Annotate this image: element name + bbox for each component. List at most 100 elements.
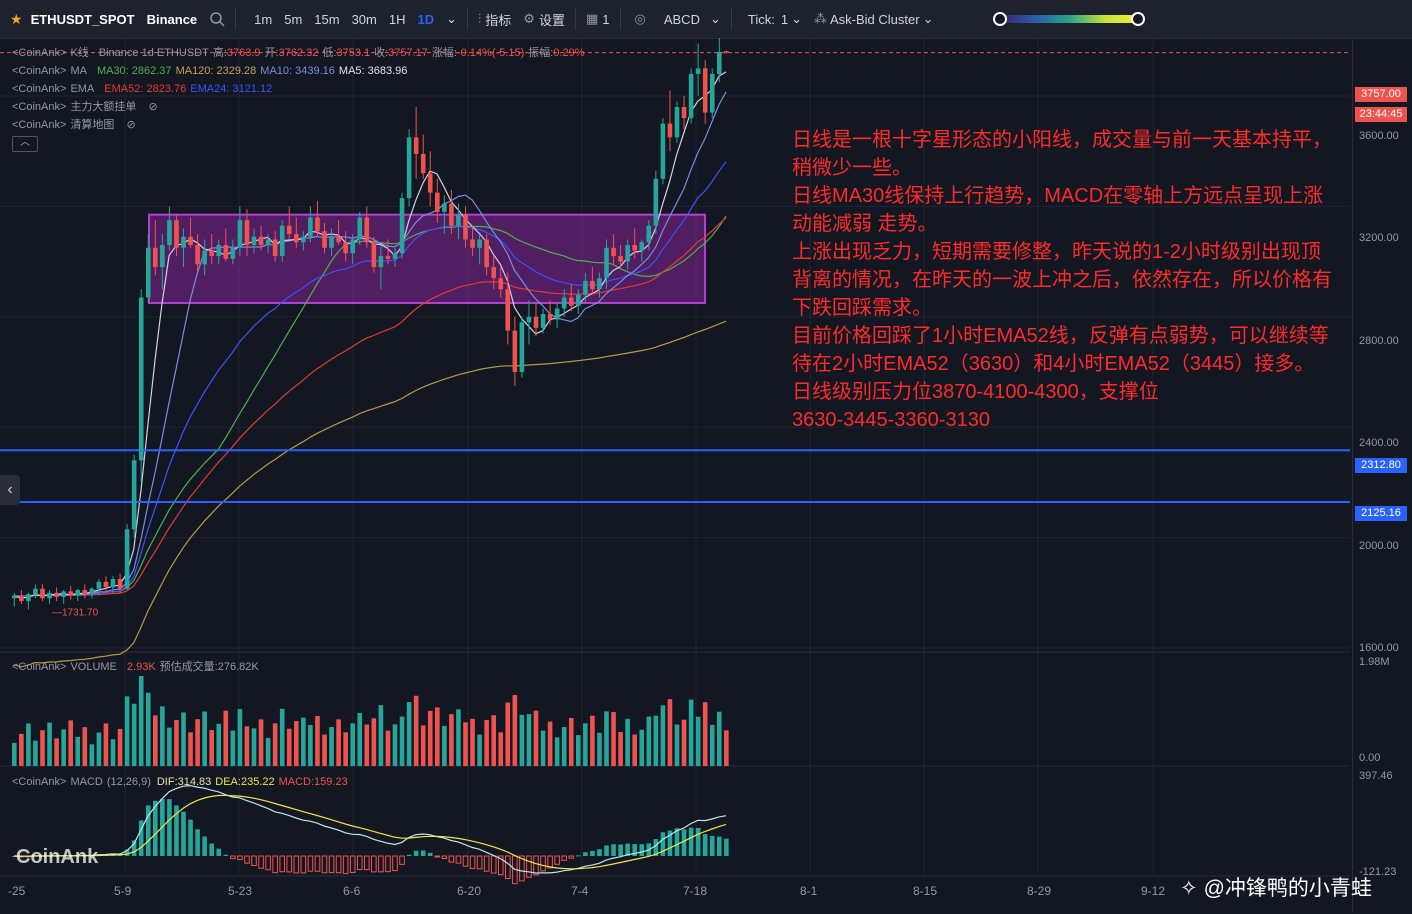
chevron-down-icon: ⌄ xyxy=(791,11,802,26)
macd-histogram-bar xyxy=(469,855,476,870)
macd-histogram-bar xyxy=(413,850,419,856)
macd-histogram-bar xyxy=(611,844,616,856)
volume-bar xyxy=(364,724,370,766)
volume-bar xyxy=(26,723,31,766)
macd-histogram-bar xyxy=(568,855,575,859)
volume-bar xyxy=(82,727,88,766)
search-icon[interactable] xyxy=(203,0,231,38)
candle-body xyxy=(540,314,546,328)
interval-1h[interactable]: 1H xyxy=(383,0,412,38)
candle-body xyxy=(244,220,250,246)
annotation-line: 3630-3445-3360-3130 xyxy=(792,409,990,431)
candle-body xyxy=(371,242,377,268)
volume-bar xyxy=(124,696,130,766)
drawing-tool-select[interactable]: ABCD ⌄ xyxy=(658,0,727,38)
chevron-up-icon: ︿ xyxy=(20,137,30,148)
legend-high: 3763.9 xyxy=(226,47,261,59)
divider xyxy=(730,8,732,30)
volume-max-tick: 1.98M xyxy=(1359,656,1390,668)
macd-histogram-bar xyxy=(476,855,483,870)
macd-histogram-bar xyxy=(385,855,391,873)
price-axis[interactable]: 3600.00 3200.00 2800.00 2400.00 2000.00 … xyxy=(1352,40,1412,912)
price-tick: 2800.00 xyxy=(1359,335,1399,347)
candle-body xyxy=(512,330,518,372)
candle-body xyxy=(68,591,73,596)
tick-value: 1 xyxy=(780,11,789,27)
slider-handle-right[interactable] xyxy=(1131,12,1146,26)
layout-button[interactable]: ▦ 1 xyxy=(580,0,616,38)
legend-chg-label: 涨幅: xyxy=(431,47,457,59)
annotation-line: 日线级别压力位3870-4100-4300，支撑位 xyxy=(792,381,1159,403)
volume-bar xyxy=(294,721,299,766)
macd-dea-line xyxy=(13,794,727,870)
volume-bar xyxy=(47,722,52,766)
volume-bar xyxy=(653,715,659,766)
volume-bar xyxy=(378,705,384,766)
volume-bar xyxy=(279,708,285,766)
candle-body xyxy=(343,242,348,254)
legend-liq-map: <CoinAnk> 清算地图 ⊘ xyxy=(12,116,140,134)
divider xyxy=(235,8,237,30)
volume-bar xyxy=(484,720,489,766)
volume-bar xyxy=(646,716,652,766)
candle-body xyxy=(131,460,137,530)
indicators-label: 指标 xyxy=(485,12,512,28)
legend-low: 3753.1 xyxy=(336,47,371,59)
candle-body xyxy=(308,217,313,237)
chevron-down-icon: ⌄ xyxy=(709,11,721,26)
interval-1d[interactable]: 1D xyxy=(412,0,441,38)
legend-amp: 0.29% xyxy=(553,47,585,59)
volume-bar xyxy=(590,715,595,766)
price-tick: 3200.00 xyxy=(1359,232,1399,244)
candle-body xyxy=(442,203,447,212)
macd-histogram-bar xyxy=(300,855,307,874)
date-tick: 9-12 xyxy=(1141,884,1166,898)
candle-body xyxy=(258,236,264,246)
candle-body xyxy=(82,590,88,595)
slider-handle-left[interactable] xyxy=(993,12,1008,26)
candle-body xyxy=(568,297,574,306)
cluster-icon: ⁂ xyxy=(813,11,827,26)
symbol-name[interactable]: ETHUSDT_SPOT xyxy=(29,0,141,38)
candle-body xyxy=(583,280,588,295)
candle-body xyxy=(576,294,581,306)
volume-bar xyxy=(688,699,694,766)
cluster-select[interactable]: ⁂ Ask-Bid Cluster ⌄ xyxy=(808,0,939,38)
candle-body xyxy=(336,236,341,243)
exchange-name[interactable]: Binance xyxy=(141,0,204,38)
volume-bar xyxy=(576,735,581,766)
settings-button[interactable]: ⚙ 设置 xyxy=(517,0,571,38)
legend-name: MA xyxy=(70,65,87,77)
interval-15m[interactable]: 15m xyxy=(308,0,345,38)
price-tick: 2400.00 xyxy=(1359,437,1399,449)
volume-bar xyxy=(533,710,539,766)
macd-histogram-bar xyxy=(307,855,314,872)
interval-30m[interactable]: 30m xyxy=(346,0,383,38)
favorite-star-icon[interactable]: ★ xyxy=(0,0,29,38)
heatmap-range-slider[interactable] xyxy=(993,12,1146,26)
interval-1m[interactable]: 1m xyxy=(248,0,278,38)
eye-off-icon[interactable]: ⊘ xyxy=(126,119,135,131)
candle-body xyxy=(322,231,327,248)
volume-bar xyxy=(618,731,623,766)
macd-histogram-bar xyxy=(265,855,271,871)
annotation-line: 待在2小时EMA52（3630）和4小时EMA52（3445）接多。 xyxy=(792,353,1315,375)
candle-body xyxy=(639,242,645,251)
analysis-annotation: 日线是一根十字星形态的小阳线，成交量与前一天基本持平， 稍微少一些。 日线MA3… xyxy=(792,126,1372,434)
chevron-down-icon[interactable]: ⌄ xyxy=(440,0,463,38)
volume-bar xyxy=(597,732,602,766)
eye-off-icon[interactable]: ⊘ xyxy=(148,101,157,113)
eye-icon[interactable]: ◎ xyxy=(629,0,652,38)
tick-select[interactable]: Tick: 1 ⌄ xyxy=(742,0,808,38)
indicators-button[interactable]: ⫶ 指标 xyxy=(472,0,517,38)
candle-body xyxy=(75,590,81,596)
price-tick: 3600.00 xyxy=(1359,130,1399,142)
collapse-legend-button[interactable]: ︿ xyxy=(12,136,38,152)
macd-histogram-bar xyxy=(505,855,511,880)
candle-body xyxy=(597,278,602,290)
candle-body xyxy=(653,178,659,226)
chevron-left-icon[interactable]: ‹ xyxy=(0,475,20,505)
candle-body xyxy=(681,107,687,119)
volume-bar xyxy=(717,711,722,766)
interval-5m[interactable]: 5m xyxy=(278,0,308,38)
